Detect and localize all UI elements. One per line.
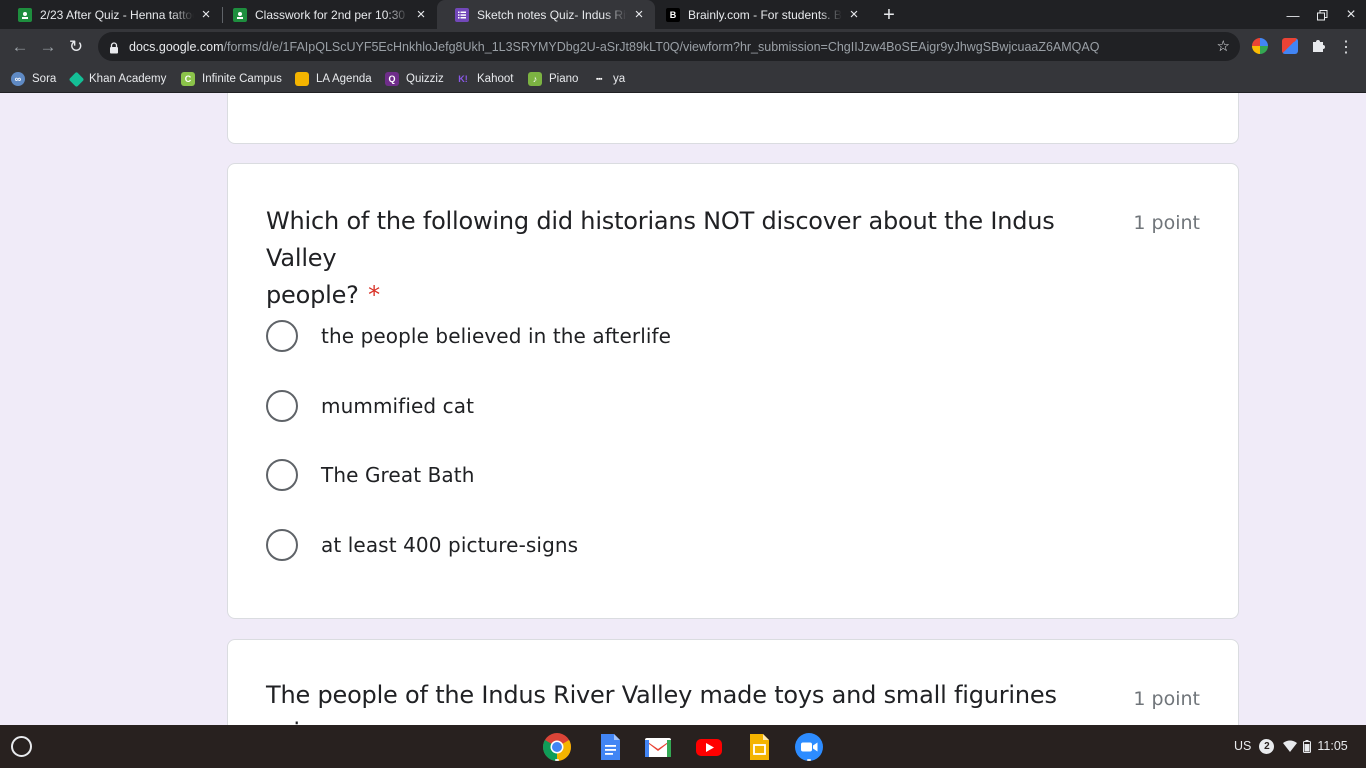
- launcher-icon[interactable]: [11, 736, 32, 757]
- bookmark-star-icon[interactable]: ☆: [1217, 37, 1230, 55]
- google-classroom-icon: [18, 7, 32, 22]
- previous-question-card: [227, 93, 1239, 144]
- answer-option[interactable]: at least 400 picture-signs: [266, 525, 578, 565]
- status-tray[interactable]: US 2 11:05: [1234, 731, 1364, 761]
- tab-henna-quiz[interactable]: 2/23 After Quiz - Henna tattoo a ×: [0, 0, 222, 29]
- extension-icon[interactable]: [1252, 38, 1268, 54]
- bookmarks-bar: ∞ Sora Khan Academy C Infinite Campus LA A…: [0, 64, 1366, 93]
- url-text: docs.google.com/forms/d/e/1FAIpQLScUYF5E…: [129, 39, 1100, 54]
- browser-toolbar: ← → ↻ docs.google.com/forms/d/e/1FAIpQLS…: [0, 29, 1366, 64]
- bbc-icon: ▪▪▪: [596, 75, 602, 83]
- chromeos-shelf: US 2 11:05: [0, 725, 1366, 768]
- tab-classwork[interactable]: Classwork for 2nd per 10:30 Soc ×: [215, 0, 437, 29]
- close-icon[interactable]: ×: [846, 6, 862, 23]
- sora-icon: ∞: [11, 72, 25, 86]
- bookmark-khan-academy[interactable]: Khan Academy: [68, 70, 166, 88]
- google-forms-icon: [455, 7, 469, 22]
- tab-title: Classwork for 2nd per 10:30 Soc: [255, 7, 409, 22]
- lock-icon: [108, 41, 120, 53]
- wifi-icon: [1283, 740, 1298, 752]
- radio-button[interactable]: [266, 320, 298, 352]
- question-points: 1 point: [1133, 688, 1200, 710]
- battery-icon: [1303, 739, 1312, 753]
- option-label: the people believed in the afterlife: [321, 324, 672, 348]
- bookmark-ya[interactable]: ▪▪▪ ya: [592, 70, 625, 88]
- back-button[interactable]: ←: [7, 34, 33, 60]
- tab-title: 2/23 After Quiz - Henna tattoo a: [40, 7, 194, 22]
- extension-icon[interactable]: [1282, 38, 1298, 54]
- gmail-icon[interactable]: [643, 732, 673, 762]
- bookmark-piano[interactable]: ♪ Piano: [528, 70, 578, 88]
- close-icon[interactable]: ×: [198, 6, 214, 23]
- tab-sketch-notes-quiz[interactable]: Sketch notes Quiz- Indus River V ×: [437, 0, 655, 29]
- question-title: The people of the Indus River Valley mad…: [266, 681, 1057, 725]
- youtube-icon[interactable]: [694, 732, 724, 762]
- address-bar[interactable]: docs.google.com/forms/d/e/1FAIpQLScUYF5E…: [98, 32, 1240, 61]
- radio-button[interactable]: [266, 529, 298, 561]
- bookmark-la-agenda[interactable]: LA Agenda: [295, 70, 372, 88]
- option-label: mummified cat: [321, 394, 475, 418]
- new-tab-button[interactable]: +: [878, 4, 900, 26]
- more-menu-icon[interactable]: ⋮: [1338, 37, 1354, 57]
- tab-strip: 2/23 After Quiz - Henna tattoo a × Class…: [0, 0, 1366, 29]
- answer-option[interactable]: The Great Bath: [266, 455, 475, 495]
- question-title: Which of the following did historians NO…: [266, 207, 1055, 309]
- bookmark-quizziz[interactable]: Q Quizziz: [385, 70, 444, 88]
- reload-button[interactable]: ↻: [63, 34, 89, 60]
- zoom-icon[interactable]: [794, 732, 824, 762]
- question-card: Which of the following did historians NO…: [227, 163, 1239, 619]
- infinite-campus-icon: C: [181, 72, 195, 86]
- option-label: The Great Bath: [321, 463, 475, 487]
- option-label: at least 400 picture-signs: [321, 533, 579, 557]
- radio-button[interactable]: [266, 390, 298, 422]
- kahoot-icon: K!: [458, 74, 468, 84]
- answer-option[interactable]: mummified cat: [266, 386, 474, 426]
- khan-academy-icon: [68, 71, 85, 87]
- notification-badge: 2: [1259, 738, 1275, 754]
- brainly-icon: B: [666, 7, 680, 22]
- tab-title: Brainly.com - For students. By st: [688, 7, 842, 22]
- tab-title: Sketch notes Quiz- Indus River V: [477, 7, 627, 22]
- clock: 11:05: [1317, 739, 1348, 753]
- bookmark-kahoot[interactable]: K! Kahoot: [456, 70, 513, 88]
- radio-button[interactable]: [266, 459, 298, 491]
- google-slides-icon[interactable]: [744, 732, 774, 762]
- answer-option[interactable]: the people believed in the afterlife: [266, 316, 671, 356]
- forward-button[interactable]: →: [35, 34, 61, 60]
- close-icon[interactable]: ×: [631, 6, 647, 23]
- quizizz-icon: Q: [385, 72, 399, 86]
- close-window-button[interactable]: ×: [1338, 4, 1364, 26]
- google-classroom-icon: [233, 7, 247, 22]
- form-page: Which of the following did historians NO…: [0, 93, 1366, 725]
- bookmark-sora[interactable]: ∞ Sora: [11, 70, 56, 88]
- question-card: The people of the Indus River Valley mad…: [227, 639, 1239, 725]
- keyboard-layout: US: [1234, 739, 1252, 753]
- restore-button[interactable]: [1309, 4, 1335, 26]
- close-icon[interactable]: ×: [413, 6, 429, 23]
- puzzle-extensions-icon[interactable]: [1310, 38, 1326, 54]
- google-docs-icon[interactable]: [595, 732, 625, 762]
- chrome-icon[interactable]: [542, 732, 572, 762]
- bookmark-infinite-campus[interactable]: C Infinite Campus: [181, 70, 282, 88]
- folder-icon: [295, 72, 309, 86]
- question-points: 1 point: [1133, 212, 1200, 234]
- piano-icon: ♪: [528, 72, 542, 86]
- minimize-button[interactable]: —: [1280, 4, 1306, 26]
- required-asterisk: *: [368, 281, 380, 309]
- tab-brainly[interactable]: B Brainly.com - For students. By st ×: [648, 0, 870, 29]
